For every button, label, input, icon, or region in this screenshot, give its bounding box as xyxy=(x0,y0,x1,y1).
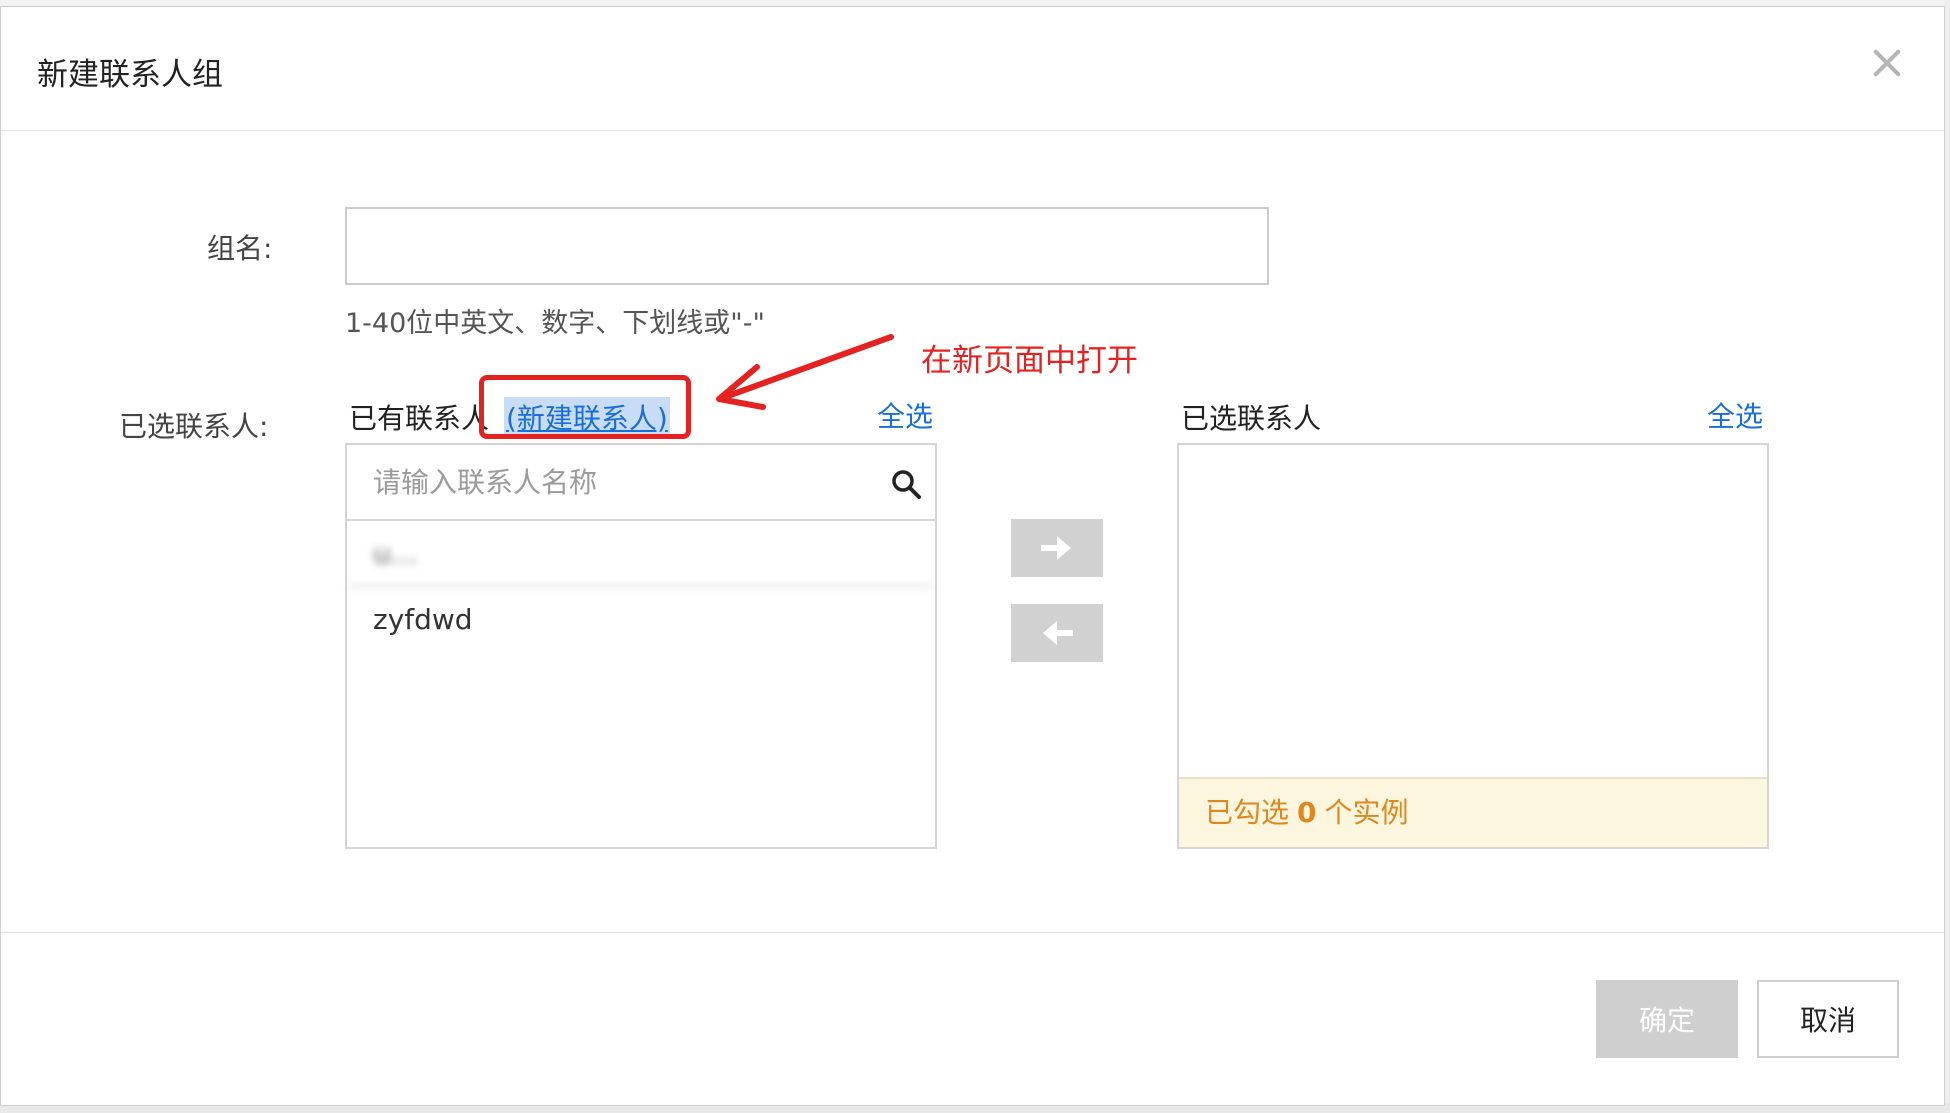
move-left-button[interactable] xyxy=(1011,604,1103,662)
confirm-button[interactable]: 确定 xyxy=(1596,980,1738,1058)
contact-search-bar xyxy=(347,445,935,521)
annotation-text: 在新页面中打开 xyxy=(921,343,1138,379)
annotation-arrow-icon xyxy=(716,334,894,410)
arrow-left-icon xyxy=(1043,621,1073,645)
group-name-input[interactable] xyxy=(345,207,1269,285)
existing-contacts-list: u… zyfdwd xyxy=(345,443,937,849)
background-page-edge xyxy=(1945,0,1950,1113)
search-icon[interactable] xyxy=(891,469,921,499)
selected-count-bar: 已勾选 0 个实例 xyxy=(1179,777,1767,847)
selected-contacts-title: 已选联系人 xyxy=(1181,402,1322,435)
contact-list-item[interactable]: zyfdwd xyxy=(347,587,935,653)
selected-contacts-list: 已勾选 0 个实例 xyxy=(1177,443,1769,849)
selected-prefix: 已勾选 xyxy=(1205,796,1290,829)
dialog-footer-divider xyxy=(1,932,1944,933)
new-contact-group-dialog: 新建联系人组 组名: 1-40位中英文、数字、下划线或"-" 已选联系人: 已有… xyxy=(0,6,1945,1106)
selected-contacts-label: 已选联系人: xyxy=(119,410,269,443)
selected-count: 0 xyxy=(1297,796,1317,829)
close-icon[interactable] xyxy=(1869,45,1905,81)
dialog-title: 新建联系人组 xyxy=(37,57,223,93)
selected-suffix: 个实例 xyxy=(1324,796,1409,829)
existing-contacts-title: 已有联系人 xyxy=(349,402,490,435)
right-select-all-link[interactable]: 全选 xyxy=(1707,395,1763,435)
contact-list-item[interactable]: u… xyxy=(347,521,935,587)
dialog-header: 新建联系人组 xyxy=(1,7,1944,131)
annotation-highlight-box xyxy=(479,375,691,439)
move-right-button[interactable] xyxy=(1011,519,1103,577)
contact-search-input[interactable] xyxy=(347,445,867,519)
cancel-button[interactable]: 取消 xyxy=(1757,980,1899,1058)
group-name-label: 组名: xyxy=(207,232,273,265)
arrow-right-icon xyxy=(1041,536,1071,560)
